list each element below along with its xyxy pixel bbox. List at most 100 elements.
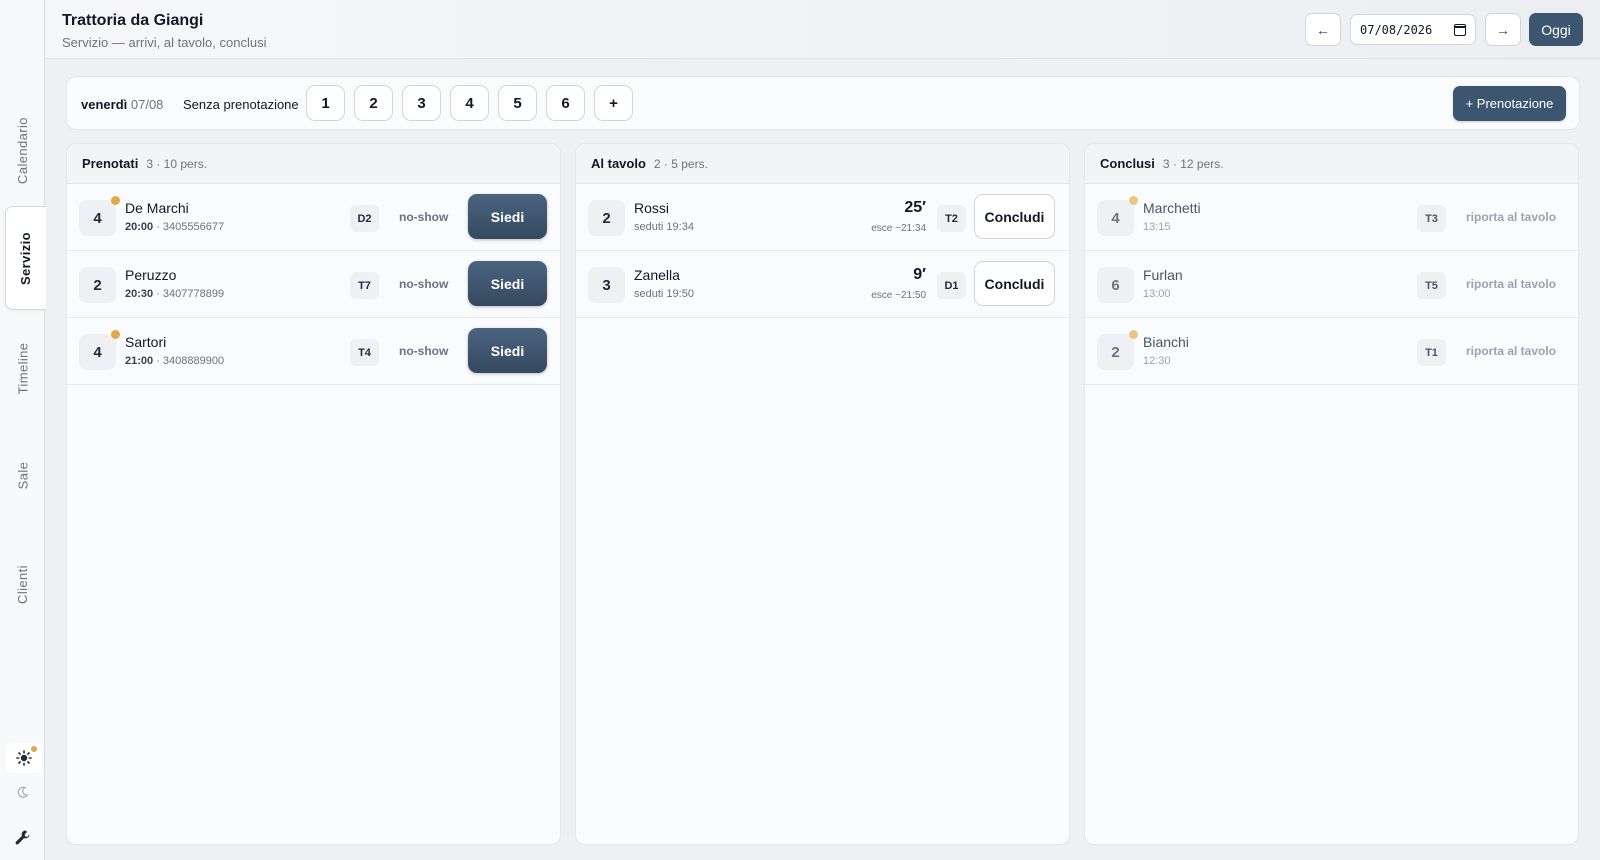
guest-name: Sartori	[125, 334, 167, 350]
seat-button[interactable]: Siedi	[468, 328, 547, 373]
light-theme-button[interactable]	[6, 743, 42, 773]
walkin-size-1-button[interactable]: 1	[306, 85, 345, 121]
expected-exit: esce ~21:50	[871, 290, 926, 301]
reservation-row: 2 Peruzzo 20:30 · 3407778899 T7 no-show …	[67, 251, 560, 318]
sidebar: Calendario Servizio Timeline Sale Client…	[0, 0, 46, 860]
settings-button[interactable]	[0, 822, 45, 852]
done-row: 2 Bianchi 12:30 T1 riporta al tavolo	[1085, 318, 1578, 385]
moon-icon	[17, 786, 29, 798]
party-size-value: 2	[602, 209, 611, 227]
sidebar-tab-timeline[interactable]: Timeline	[0, 318, 45, 418]
day-date: 07/08	[130, 97, 164, 112]
sidebar-tab-sale[interactable]: Sale	[0, 430, 45, 520]
table-badge: T7	[350, 272, 379, 299]
party-size: 6	[1097, 267, 1134, 303]
elapsed-minutes: 25′	[904, 199, 926, 216]
booked-column: Prenotati 3 · 10 pers. 4 De Marchi 20:00…	[66, 143, 561, 845]
table-badge: D1	[937, 272, 966, 299]
walkin-size-5-button[interactable]: 5	[498, 85, 537, 121]
seat-button[interactable]: Siedi	[468, 261, 547, 306]
reseat-button[interactable]: riporta al tavolo	[1466, 344, 1556, 358]
seated-row: 2 Rossi seduti 19:34 25′ esce ~21:34 T2 …	[576, 184, 1069, 251]
sidebar-tab-label: Servizio	[18, 231, 34, 285]
sidebar-tab-clienti[interactable]: Clienti	[0, 535, 45, 633]
sidebar-tab-label: Sale	[15, 461, 30, 489]
next-day-button[interactable]: →	[1485, 13, 1521, 46]
app-title: Trattoria da Giangi	[62, 12, 204, 29]
flag-dot	[1129, 196, 1138, 205]
dark-theme-button[interactable]	[0, 777, 45, 807]
walkin-size-6-button[interactable]: 6	[546, 85, 585, 121]
done-column: Conclusi 3 · 12 pers. 4 Marchetti 13:15 …	[1084, 143, 1579, 845]
sun-icon	[16, 750, 32, 766]
seated-column: Al tavolo 2 · 5 pers. 2 Rossi seduti 19:…	[575, 143, 1070, 845]
walkin-size-3-button[interactable]: 3	[402, 85, 441, 121]
date-input[interactable]: 07/08/2026	[1350, 14, 1476, 45]
column-header: Al tavolo 2 · 5 pers.	[576, 144, 1069, 184]
guest-phone: · 3408889900	[153, 355, 225, 367]
seated-time: seduti 19:34	[634, 221, 694, 233]
sidebar-tab-servizio[interactable]: Servizio	[5, 206, 46, 310]
guest-phone: · 3407778899	[153, 288, 225, 300]
reservation-details: 21:00 · 3408889900	[125, 355, 224, 367]
column-title: Al tavolo	[591, 156, 646, 171]
calendar-icon[interactable]	[1454, 23, 1466, 36]
page-header: Trattoria da Giangi Servizio — arrivi, a…	[46, 0, 1600, 59]
app-subtitle: Servizio — arrivi, al tavolo, conclusi	[62, 35, 267, 50]
sidebar-tab-calendario[interactable]: Calendario	[0, 100, 45, 200]
reservation-time: 13:00	[1143, 288, 1171, 300]
column-meta: 3 · 12 pers.	[1162, 156, 1224, 171]
column-header: Conclusi 3 · 12 pers.	[1085, 144, 1578, 184]
reservation-time: 20:30	[125, 288, 154, 300]
party-size-value: 4	[93, 343, 102, 361]
party-size-value: 2	[93, 276, 102, 294]
party-size: 4	[79, 196, 120, 236]
sidebar-tab-label: Calendario	[15, 116, 30, 184]
weekday: venerdì	[81, 97, 128, 112]
noshow-button[interactable]: no-show	[399, 277, 448, 291]
reseat-button[interactable]: riporta al tavolo	[1466, 210, 1556, 224]
party-size: 2	[1097, 330, 1138, 370]
done-row: 6 Furlan 13:00 T5 riporta al tavolo	[1085, 251, 1578, 318]
reservation-time: 21:00	[125, 355, 154, 367]
noshow-button[interactable]: no-show	[399, 344, 448, 358]
party-size: 4	[1097, 196, 1138, 236]
wrench-icon	[15, 830, 30, 844]
column-header: Prenotati 3 · 10 pers.	[67, 144, 560, 184]
noshow-button[interactable]: no-show	[399, 210, 448, 224]
reservation-time: 12:30	[1143, 355, 1171, 367]
walkin-size-more-button[interactable]: +	[594, 85, 633, 121]
reservation-time: 20:00	[125, 221, 154, 233]
party-size: 2	[588, 200, 625, 236]
guest-name: Furlan	[1143, 267, 1183, 283]
seated-row: 3 Zanella seduti 19:50 9′ esce ~21:50 D1…	[576, 251, 1069, 318]
walkin-size-2-button[interactable]: 2	[354, 85, 393, 121]
table-badge: T4	[350, 339, 379, 366]
reservation-time: 13:15	[1143, 221, 1171, 233]
conclude-button[interactable]: Concludi	[974, 194, 1055, 239]
sidebar-tab-label: Clienti	[15, 564, 30, 604]
conclude-button[interactable]: Concludi	[974, 261, 1055, 306]
day-label: venerdì 07/08	[81, 97, 163, 112]
walkin-label: Senza prenotazione	[183, 97, 299, 112]
column-title: Conclusi	[1100, 156, 1155, 171]
expected-exit: esce ~21:34	[871, 223, 926, 234]
guest-name: Bianchi	[1143, 334, 1189, 350]
new-reservation-button[interactable]: + Prenotazione	[1453, 86, 1566, 121]
party-size: 4	[79, 330, 120, 370]
flag-dot	[111, 330, 120, 339]
sidebar-tab-label: Timeline	[15, 342, 30, 394]
table-badge: T1	[1417, 339, 1446, 366]
reseat-button[interactable]: riporta al tavolo	[1466, 277, 1556, 291]
column-meta: 3 · 10 pers.	[146, 156, 208, 171]
flag-dot	[111, 196, 120, 205]
date-value: 07/08/2026	[1360, 22, 1433, 37]
walkin-bar: venerdì 07/08 Senza prenotazione 1 2 3 4…	[66, 76, 1580, 130]
seat-button[interactable]: Siedi	[468, 194, 547, 239]
table-badge: T2	[937, 205, 966, 232]
today-button[interactable]: Oggi	[1529, 13, 1583, 46]
prev-day-button[interactable]: ←	[1305, 13, 1341, 46]
guest-phone: · 3405556677	[153, 221, 225, 233]
flag-dot	[1129, 330, 1138, 339]
walkin-size-4-button[interactable]: 4	[450, 85, 489, 121]
